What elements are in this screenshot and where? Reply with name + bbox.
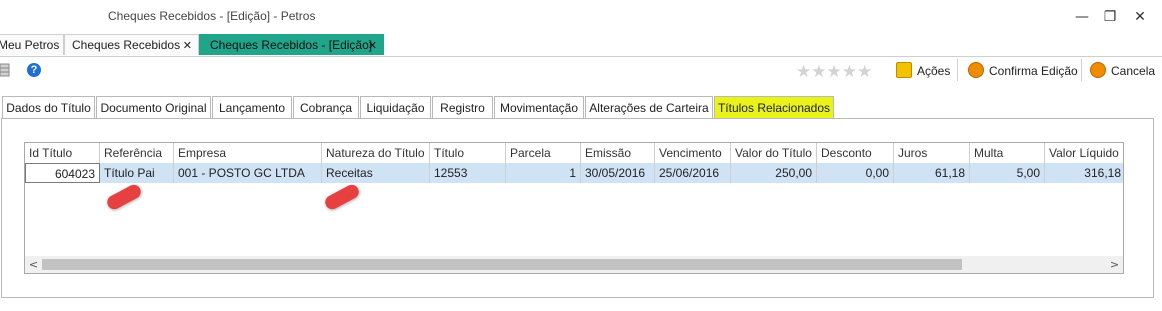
column-header[interactable]: Emissão	[581, 143, 655, 163]
column-header[interactable]: Referência	[100, 143, 174, 163]
tab-titulos-relacionados[interactable]: Títulos Relacionados	[714, 96, 834, 119]
cell-vencimento[interactable]: 25/06/2016	[655, 163, 731, 183]
tab-movimentacao[interactable]: Movimentação	[494, 96, 584, 119]
cell-natureza[interactable]: Receitas	[322, 163, 430, 183]
cell-desconto[interactable]: 0,00	[817, 163, 894, 183]
toolbar-separator	[1081, 59, 1082, 81]
doc-tab-label: Meu Petros	[0, 38, 60, 52]
cell-juros[interactable]: 61,18	[894, 163, 970, 183]
cell-valor-titulo[interactable]: 250,00	[731, 163, 817, 183]
doc-tab-label: Cheques Recebidos - [Edição]	[210, 38, 373, 52]
tab-alteracoes-de-carteira[interactable]: Alterações de Carteira	[585, 96, 713, 119]
horizontal-scrollbar[interactable]: < >	[25, 256, 1123, 273]
minimize-icon[interactable]: —	[1072, 7, 1092, 27]
doc-tab-cheques-recebidos[interactable]: Cheques Recebidos ✕	[64, 34, 199, 55]
column-header[interactable]: Juros	[894, 143, 970, 163]
tab-lancamento[interactable]: Lançamento	[212, 96, 292, 119]
column-header[interactable]: Natureza do Título	[322, 143, 430, 163]
cancel-icon	[1090, 62, 1106, 78]
confirma-label: Confirma Edição	[989, 64, 1078, 78]
tabs-strip: Dados do Título Documento Original Lança…	[0, 96, 1162, 119]
table-row[interactable]: 604023 Título Pai 001 - POSTO GC LTDA Re…	[25, 163, 1123, 183]
tab-liquidacao[interactable]: Liquidação	[360, 96, 431, 119]
grid-header: Id Título Referência Empresa Natureza do…	[25, 143, 1123, 163]
column-header[interactable]: Título	[430, 143, 506, 163]
column-header[interactable]: Valor do Título	[731, 143, 817, 163]
doc-tab-label: Cheques Recebidos	[72, 38, 181, 52]
scroll-right-icon[interactable]: >	[1106, 256, 1123, 273]
title-bar: Cheques Recebidos - [Edição] - Petros — …	[0, 0, 1162, 34]
close-window-icon[interactable]: ✕	[1130, 7, 1150, 27]
column-header[interactable]: Id Título	[25, 143, 100, 163]
column-header[interactable]: Valor Líquido	[1045, 143, 1123, 163]
document-tabs: Meu Petros Cheques Recebidos ✕ Cheques R…	[0, 34, 1162, 57]
tab-cobranca[interactable]: Cobrança	[293, 96, 359, 119]
column-header[interactable]: Vencimento	[655, 143, 731, 163]
tab-registro[interactable]: Registro	[432, 96, 493, 119]
cancela-button[interactable]: Cancela	[1090, 62, 1155, 80]
restore-icon[interactable]: ❐	[1100, 7, 1120, 27]
cell-valor-liquido[interactable]: 316,18	[1045, 163, 1123, 183]
cell-emissao[interactable]: 30/05/2016	[581, 163, 655, 183]
column-header[interactable]: Parcela	[506, 143, 581, 163]
rating-stars[interactable]: ★★★★★	[796, 62, 872, 82]
cell-titulo[interactable]: 12553	[430, 163, 506, 183]
column-header[interactable]: Empresa	[174, 143, 322, 163]
tab-documento-original[interactable]: Documento Original	[96, 96, 211, 119]
titulos-relacionados-grid: Id Título Referência Empresa Natureza do…	[24, 142, 1124, 274]
scrollbar-thumb[interactable]	[42, 259, 962, 270]
actions-icon	[896, 62, 912, 78]
cell-empresa[interactable]: 001 - POSTO GC LTDA	[174, 163, 322, 183]
scroll-left-icon[interactable]: <	[25, 256, 42, 273]
window-title: Cheques Recebidos - [Edição] - Petros	[108, 9, 316, 23]
cell-id-titulo[interactable]: 604023	[25, 163, 100, 183]
acoes-label: Ações	[917, 64, 951, 78]
confirma-edicao-button[interactable]: Confirma Edição	[968, 62, 1078, 80]
doc-tab-meu-petros[interactable]: Meu Petros	[0, 34, 64, 55]
cell-multa[interactable]: 5,00	[970, 163, 1045, 183]
grid-icon[interactable]	[0, 63, 10, 77]
column-header[interactable]: Multa	[970, 143, 1045, 163]
acoes-button[interactable]: Ações	[896, 62, 950, 80]
tab-dados-do-titulo[interactable]: Dados do Título	[2, 96, 95, 119]
cell-parcela[interactable]: 1	[506, 163, 581, 183]
close-icon[interactable]: ✕	[183, 35, 192, 56]
toolbar-separator	[957, 59, 958, 81]
check-icon	[968, 62, 984, 78]
doc-tab-cheques-recebidos-edicao[interactable]: Cheques Recebidos - [Edição] ✕	[199, 34, 384, 55]
close-icon[interactable]: ✕	[368, 35, 377, 56]
cancela-label: Cancela	[1111, 64, 1156, 78]
column-header[interactable]: Desconto	[817, 143, 894, 163]
cell-referencia[interactable]: Título Pai	[100, 163, 174, 183]
help-icon[interactable]: ?	[27, 63, 41, 77]
